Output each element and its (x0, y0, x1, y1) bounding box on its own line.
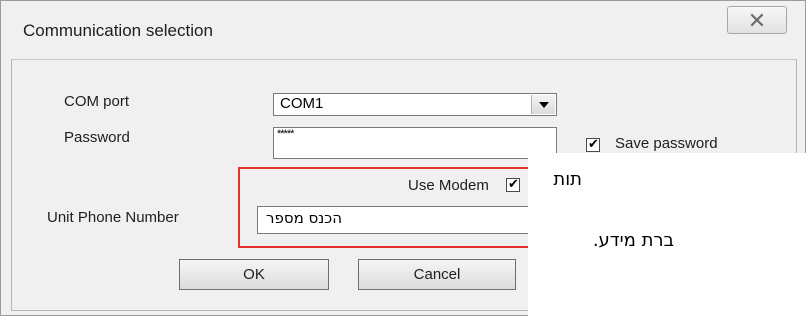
close-button[interactable]: ✕ (727, 6, 787, 34)
com-port-select[interactable]: COM1 (273, 93, 557, 116)
cancel-button[interactable]: Cancel (358, 259, 516, 290)
dialog-titlebar: Communication selection ✕ (1, 1, 805, 59)
save-password-label: Save password (615, 135, 718, 152)
chevron-down-icon[interactable] (531, 95, 555, 114)
save-password-checkbox[interactable]: ✔ (586, 136, 600, 152)
close-icon: ✕ (747, 8, 767, 33)
password-value: ***** (277, 128, 294, 140)
overlay-text-line-1: תות (553, 169, 582, 190)
dialog-title: Communication selection (23, 21, 213, 40)
checkmark-icon: ✔ (508, 176, 519, 191)
checkmark-icon: ✔ (588, 136, 599, 151)
unit-phone-number-label: Unit Phone Number (47, 209, 179, 226)
unit-phone-number-value: הכנס מספר (266, 209, 342, 227)
overlay-text-line-2: ברת מידע. (592, 230, 674, 251)
use-modem-checkbox[interactable]: ✔ (506, 176, 520, 192)
password-field[interactable]: ***** (273, 127, 557, 159)
password-label: Password (64, 129, 130, 146)
unit-phone-number-field[interactable]: הכנס מספר (257, 206, 557, 234)
document-text-overlay: תות ברת מידע. (528, 153, 808, 318)
ok-button[interactable]: OK (179, 259, 329, 290)
use-modem-label: Use Modem (408, 177, 489, 194)
com-port-label: COM port (64, 93, 130, 110)
com-port-value: COM1 (280, 95, 324, 112)
